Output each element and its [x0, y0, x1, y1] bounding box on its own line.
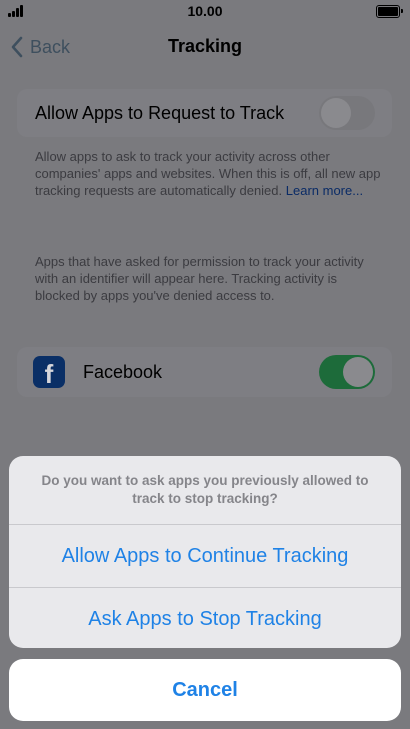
learn-more-link[interactable]: Learn more...: [286, 183, 363, 198]
action-sheet-message: Do you want to ask apps you previously a…: [41, 473, 369, 506]
status-time: 10.00: [187, 3, 223, 19]
allow-tracking-label: Allow Apps to Request to Track: [35, 103, 285, 123]
status-bar: 10.00: [0, 0, 410, 22]
ask-stop-tracking-button[interactable]: Ask Apps to Stop Tracking: [9, 587, 401, 648]
toggle-knob: [343, 357, 373, 387]
allow-tracking-row: Allow Apps to Request to Track: [17, 89, 392, 137]
action-sheet: Do you want to ask apps you previously a…: [9, 456, 401, 648]
allow-tracking-description: Allow apps to ask to track your activity…: [35, 148, 385, 199]
allow-tracking-toggle[interactable]: [319, 96, 375, 130]
app-row-facebook: f Facebook: [17, 347, 392, 397]
battery-icon: [376, 5, 403, 18]
apps-description: Apps that have asked for permission to t…: [35, 254, 364, 303]
page-title: Tracking: [167, 36, 243, 56]
toggle-knob: [321, 98, 351, 128]
app-name: Facebook: [83, 362, 163, 382]
cancel-button[interactable]: Cancel: [9, 659, 401, 721]
allow-continue-tracking-button[interactable]: Allow Apps to Continue Tracking: [9, 524, 401, 587]
navigation-bar: Back Tracking: [0, 26, 410, 66]
tracking-screen: 10.00 Back Tracking Allow Apps to Reques…: [0, 0, 410, 729]
facebook-tracking-toggle[interactable]: [319, 355, 375, 389]
facebook-icon: f: [33, 356, 65, 388]
